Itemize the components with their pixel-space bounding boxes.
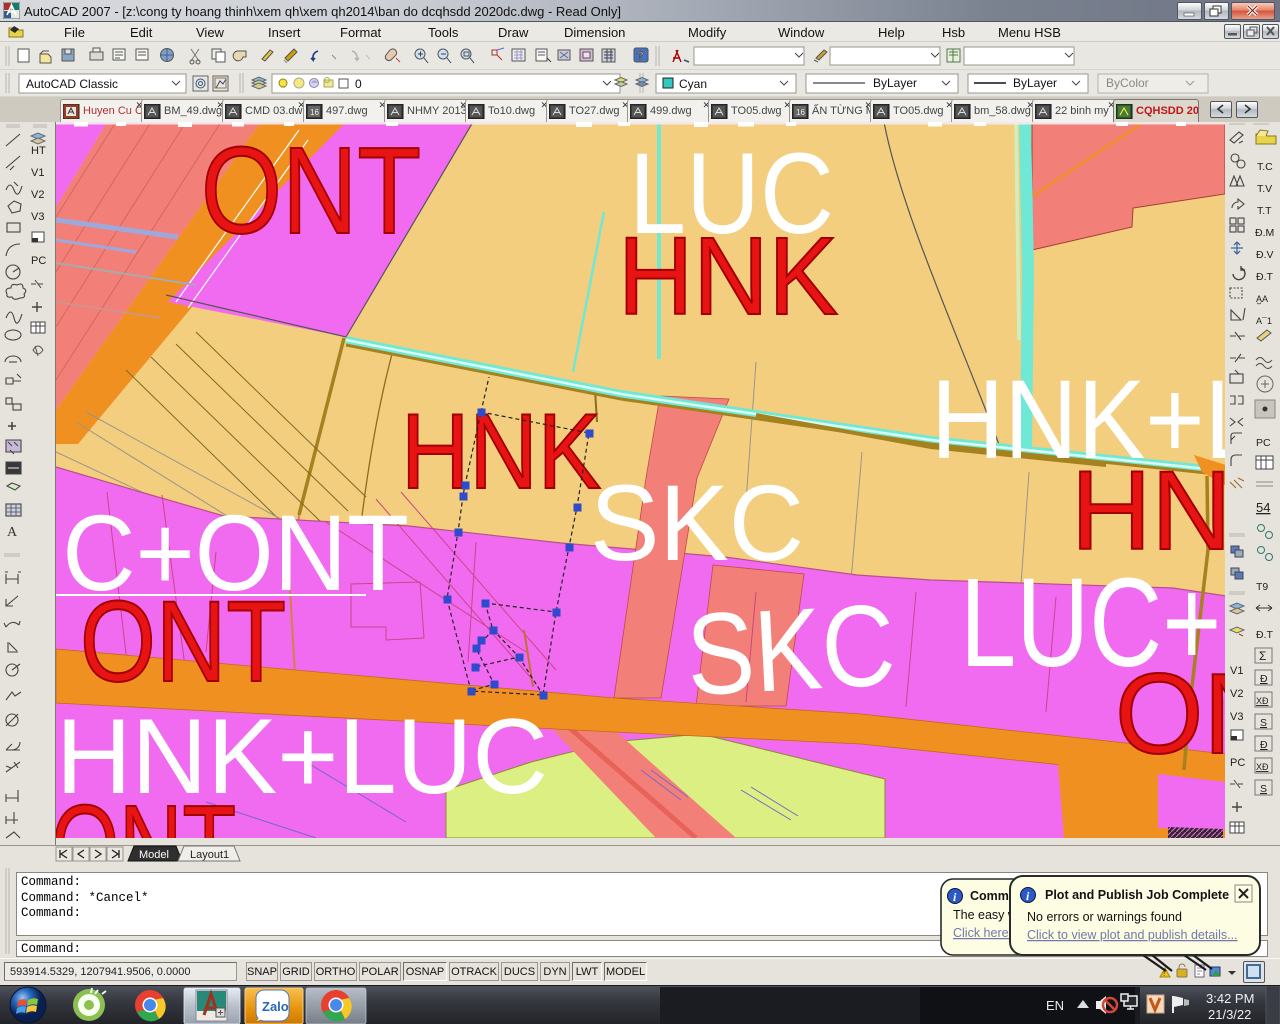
svg-text:V2: V2	[1230, 688, 1243, 700]
svg-text:Đ.T: Đ.T	[1256, 271, 1274, 283]
svg-text:PC: PC	[31, 255, 46, 267]
svg-text:ByLayer: ByLayer	[1013, 76, 1057, 90]
svg-text:T.C: T.C	[1257, 161, 1273, 173]
svg-text:Layout1: Layout1	[190, 849, 229, 861]
svg-text:16: 16	[796, 108, 805, 117]
svg-text:0: 0	[355, 77, 362, 91]
svg-text:V3: V3	[31, 211, 44, 223]
svg-text:?: ?	[637, 50, 644, 62]
svg-text:No errors or warnings found: No errors or warnings found	[1027, 910, 1182, 924]
svg-text:Cyan: Cyan	[679, 77, 707, 91]
svg-text:V1: V1	[31, 167, 44, 179]
svg-text:V3: V3	[1230, 711, 1243, 723]
svg-text:Đ: Đ	[1260, 739, 1268, 751]
svg-text:ByColor: ByColor	[1106, 76, 1149, 90]
svg-text:Click here.: Click here.	[953, 926, 1012, 940]
svg-text:EN: EN	[1046, 998, 1064, 1013]
svg-text:Model: Model	[139, 849, 169, 861]
svg-text:Đ.T: Đ.T	[1256, 629, 1274, 641]
svg-text:ONT: ONT	[201, 123, 421, 260]
svg-text:SKC: SKC	[590, 462, 804, 583]
svg-text:PC: PC	[1256, 437, 1271, 449]
svg-text:Zalo: Zalo	[262, 999, 289, 1014]
svg-text:Click to view plot and publish: Click to view plot and publish details..…	[1027, 928, 1238, 942]
svg-text:ONT: ONT	[80, 578, 286, 706]
svg-text:S: S	[1260, 717, 1267, 729]
svg-text:Đ.V: Đ.V	[1256, 249, 1274, 261]
svg-text:AutoCAD Classic: AutoCAD Classic	[26, 77, 118, 91]
svg-text:PC: PC	[1230, 757, 1245, 769]
svg-text:21/3/22: 21/3/22	[1208, 1007, 1251, 1022]
svg-text:XĐ: XĐ	[1256, 696, 1269, 706]
svg-text:S: S	[1260, 783, 1267, 795]
svg-text:3:42 PM: 3:42 PM	[1206, 991, 1254, 1006]
svg-text:HNK: HNK	[618, 215, 838, 338]
svg-text:HT: HT	[31, 145, 46, 157]
svg-text:Σ: Σ	[1259, 649, 1266, 663]
svg-text:Plot and Publish Job Complete: Plot and Publish Job Complete	[1045, 888, 1229, 902]
svg-text:SKC: SKC	[684, 579, 899, 720]
svg-text:A̺A: A̺A	[1256, 294, 1268, 304]
svg-text:ONT: ONT	[56, 781, 236, 845]
svg-text:Đ: Đ	[1260, 673, 1268, 685]
svg-text:54: 54	[1256, 500, 1270, 515]
svg-text:XĐ: XĐ	[1256, 762, 1269, 772]
svg-text:ByLayer: ByLayer	[873, 76, 917, 90]
svg-text:T9: T9	[1256, 581, 1268, 593]
svg-text:16: 16	[310, 108, 319, 117]
svg-text:A¯1: A¯1	[1256, 316, 1272, 326]
svg-text:HNK: HNK	[401, 391, 601, 511]
svg-text:A: A	[7, 525, 18, 540]
svg-text:Đ.M: Đ.M	[1255, 227, 1274, 239]
svg-text:ONT: ONT	[1115, 651, 1226, 778]
svg-text:T.T: T.T	[1257, 205, 1272, 217]
svg-text:V1: V1	[1230, 665, 1243, 677]
svg-text:V2: V2	[31, 189, 44, 201]
svg-text:T.V: T.V	[1257, 183, 1272, 195]
